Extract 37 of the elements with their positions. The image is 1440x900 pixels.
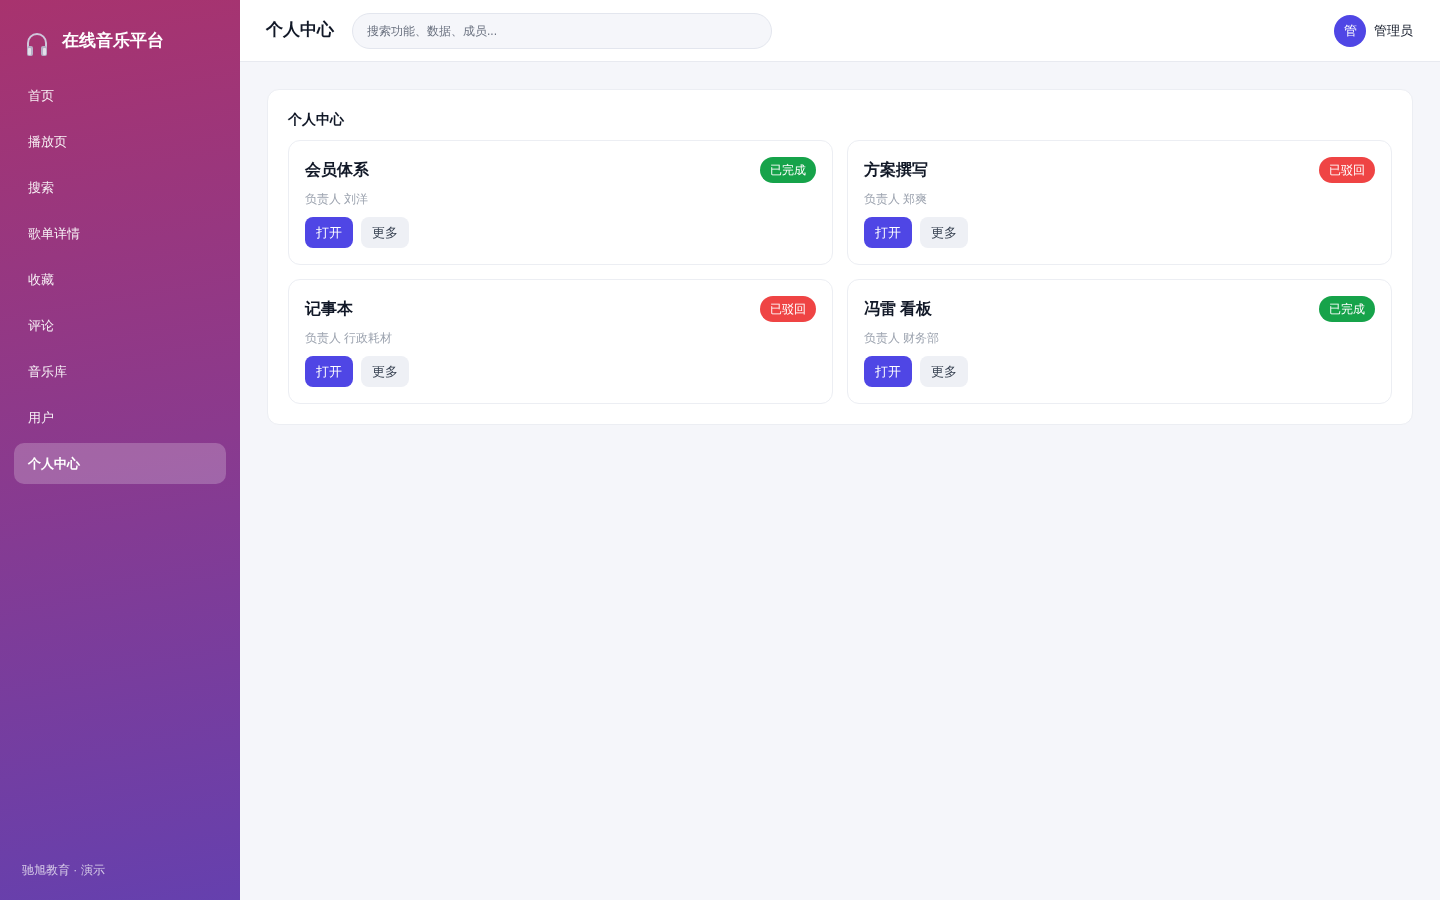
open-button[interactable]: 打开 <box>305 217 353 248</box>
owner-text: 负责人 刘洋 <box>305 191 370 207</box>
card-title: 方案撰写 <box>864 160 928 180</box>
sidebar-item[interactable]: 搜索 <box>14 167 226 208</box>
page-title: 个人中心 <box>266 20 334 41</box>
open-button[interactable]: 打开 <box>864 356 912 387</box>
more-button[interactable]: 更多 <box>361 217 409 248</box>
status-badge: 已完成 <box>760 157 816 183</box>
owner-text: 负责人 行政耗材 <box>305 330 394 346</box>
sidebar-item[interactable]: 播放页 <box>14 121 226 162</box>
sidebar-item[interactable]: 收藏 <box>14 259 226 300</box>
open-button[interactable]: 打开 <box>864 217 912 248</box>
sidebar-item[interactable]: 音乐库 <box>14 351 226 392</box>
status-badge: 已驳回 <box>760 296 816 322</box>
more-button[interactable]: 更多 <box>361 356 409 387</box>
search-field[interactable]: 搜索功能、数据、成员... <box>352 12 772 49</box>
more-button[interactable]: 更多 <box>920 217 968 248</box>
sidebar-item[interactable]: 评论 <box>14 305 226 346</box>
more-button[interactable]: 更多 <box>920 356 968 387</box>
sidebar-item[interactable]: 歌单详情 <box>14 213 226 254</box>
sidebar-item[interactable]: 用户 <box>14 397 226 438</box>
card-title: 记事本 <box>305 299 353 319</box>
owner-text: 负责人 郑爽 <box>864 191 929 207</box>
open-button[interactable]: 打开 <box>305 356 353 387</box>
sidebar-footer: 驰旭教育 · 演示 <box>0 861 240 900</box>
panel-title: 个人中心 <box>288 110 345 128</box>
sidebar-item[interactable]: 首页 <box>14 75 226 116</box>
card-title: 冯雷 看板 <box>864 299 933 319</box>
sidebar-item[interactable]: 个人中心 <box>14 443 226 484</box>
owner-text: 负责人 财务部 <box>864 330 941 346</box>
user-name: 管理员 <box>1374 21 1413 40</box>
card-title: 会员体系 <box>305 160 369 180</box>
headphones-icon <box>26 32 48 56</box>
status-badge: 已驳回 <box>1319 157 1375 183</box>
status-badge: 已完成 <box>1319 296 1375 322</box>
user-avatar[interactable]: 管 <box>1334 14 1366 47</box>
app-title: 在线音乐平台 <box>62 30 164 52</box>
